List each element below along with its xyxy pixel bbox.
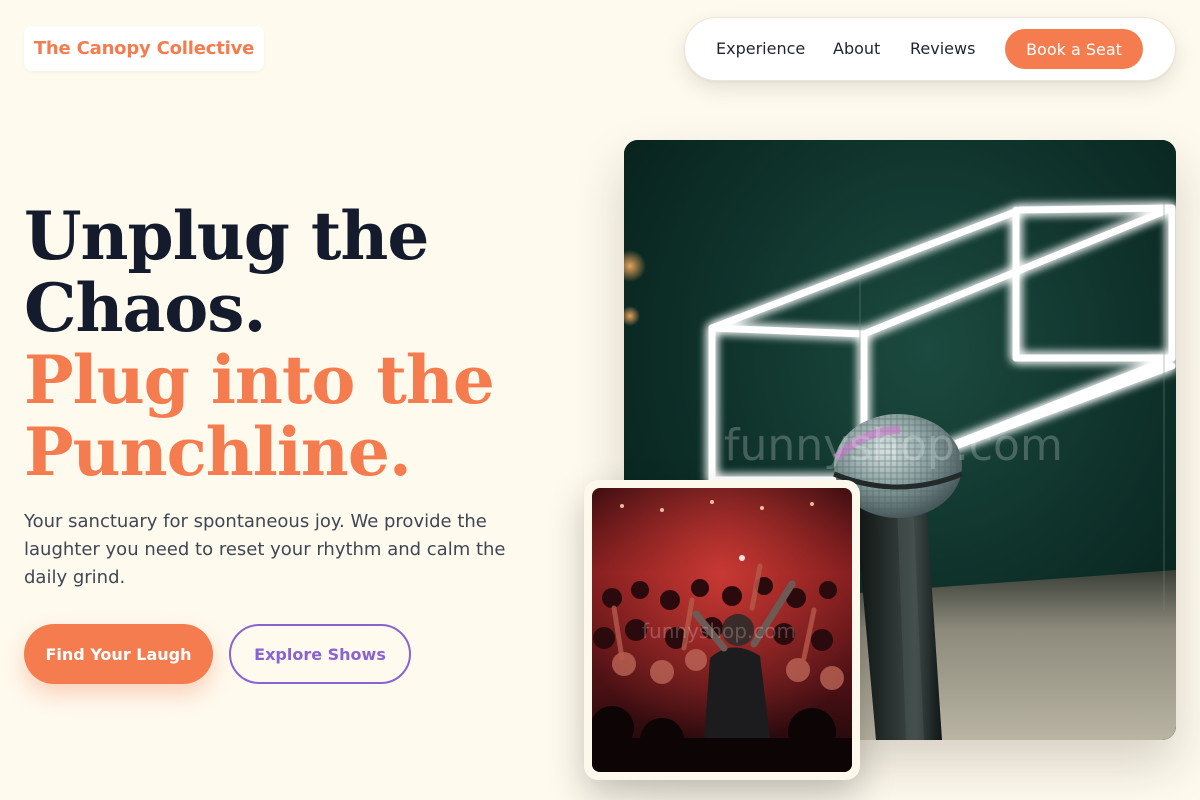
hero-headline: Unplug the Chaos. Plug into the Punchlin… <box>24 200 584 488</box>
explore-shows-button[interactable]: Explore Shows <box>229 624 411 684</box>
hero-description: Your sanctuary for spontaneous joy. We p… <box>24 511 506 588</box>
headline-accent-line-1: Plug into the <box>24 341 495 419</box>
brand-name: The Canopy Collective <box>33 38 255 59</box>
crowd-watermark: funnyshop.com <box>642 619 796 643</box>
crowd-photo-card: funnyshop.com <box>584 480 860 780</box>
headline-line-2: Chaos. <box>24 269 266 347</box>
headline-accent-line-2: Punchline. <box>24 413 412 491</box>
crowd-photo: funnyshop.com <box>592 488 852 772</box>
headline-line-1: Unplug the <box>24 197 429 275</box>
main-nav: Experience About Reviews Book a Seat <box>684 17 1176 81</box>
stage-watermark: funnyshop.com <box>724 420 1063 471</box>
nav-link-reviews[interactable]: Reviews <box>910 18 975 80</box>
landing-page: The Canopy Collective Experience About R… <box>0 0 1200 800</box>
nav-link-about[interactable]: About <box>833 18 880 80</box>
nav-link-experience[interactable]: Experience <box>716 18 805 80</box>
brand-logo[interactable]: The Canopy Collective <box>24 26 264 71</box>
book-seat-button[interactable]: Book a Seat <box>1005 29 1143 69</box>
find-your-laugh-button[interactable]: Find Your Laugh <box>24 624 213 684</box>
